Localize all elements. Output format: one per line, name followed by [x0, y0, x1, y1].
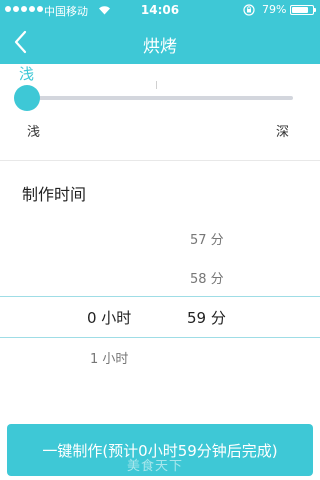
hour-selected[interactable]: 0 小时	[87, 307, 131, 328]
battery-fill	[292, 7, 308, 13]
level-slider-thumb[interactable]	[14, 85, 40, 111]
battery-percent: 79%	[262, 3, 287, 16]
minute-option[interactable]: 57 分	[190, 229, 224, 248]
slider-min-label: 浅	[27, 125, 41, 140]
rotation-lock-icon	[243, 4, 255, 16]
picker-selection-bottom-line	[0, 337, 320, 338]
status-bar: 中国移动 14:06 79%	[0, 0, 320, 20]
top-bar: 中国移动 14:06 79% 烘烤	[0, 0, 320, 64]
picker-selection-top-line	[0, 296, 320, 297]
slider-midpoint-tick	[156, 81, 157, 89]
divider	[0, 160, 320, 161]
minute-selected[interactable]: 59 分	[187, 307, 226, 328]
slider-max-label: 深	[276, 125, 290, 140]
slider-value-label: 浅	[19, 65, 35, 83]
section-title: 制作时间	[22, 185, 87, 204]
watermark: 美食天下	[127, 459, 184, 474]
page-title: 烘烤	[143, 37, 177, 57]
battery-icon	[290, 5, 316, 15]
hour-option[interactable]: 1 小时	[90, 348, 128, 367]
level-slider-track[interactable]	[28, 96, 293, 100]
minute-option[interactable]: 58 分	[190, 268, 224, 287]
